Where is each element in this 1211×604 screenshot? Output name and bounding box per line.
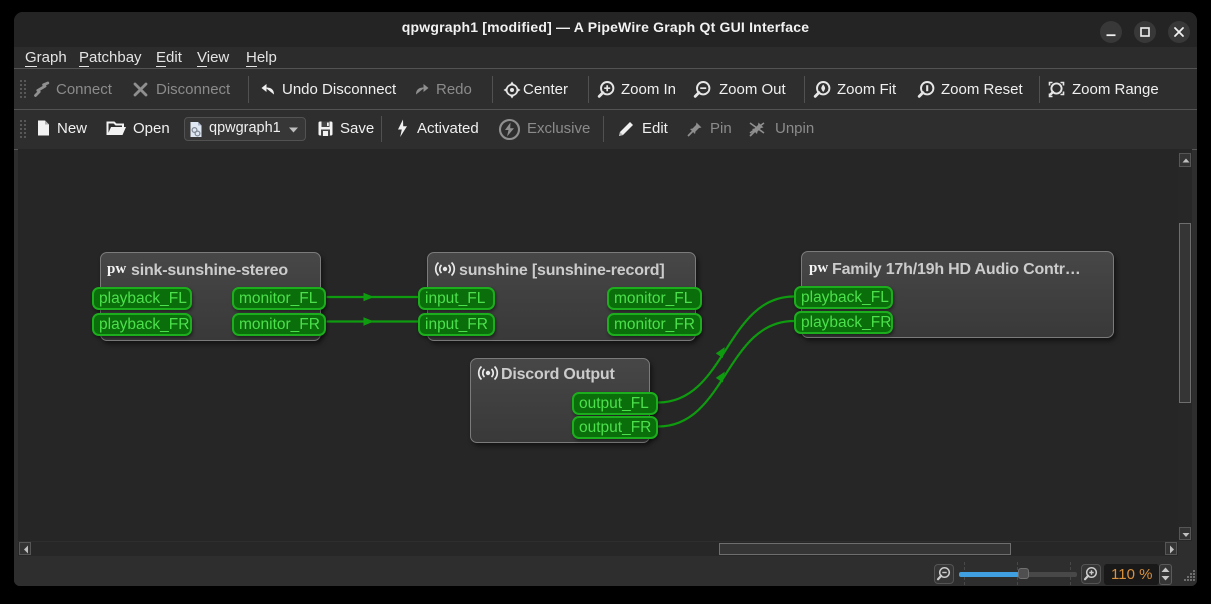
svg-text:pw: pw (107, 261, 126, 277)
svg-text:pw: pw (809, 260, 828, 276)
